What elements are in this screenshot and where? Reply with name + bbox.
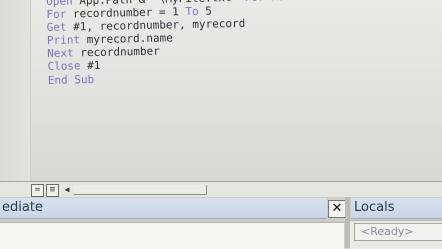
code-token: 5 xyxy=(198,4,213,18)
code-token: #1 xyxy=(80,59,101,73)
code-keyword: For xyxy=(46,7,67,22)
horizontal-scrollbar[interactable] xyxy=(74,185,207,195)
close-icon[interactable]: ✕ xyxy=(328,200,346,218)
procedure-view-icon[interactable]: = xyxy=(31,184,44,197)
full-module-view-icon[interactable]: ≡ xyxy=(46,184,59,197)
margin-indicator-bar[interactable] xyxy=(0,0,31,182)
code-editor[interactable]: Open App.Path & "\MyFile.txt" For Random… xyxy=(0,0,442,182)
code-text[interactable]: Open App.Path & "\MyFile.txt" For Random… xyxy=(46,0,419,87)
scroll-left-icon[interactable]: ◀ xyxy=(62,184,72,195)
editor-bottom-bar: = ≡ ◀ xyxy=(0,181,442,198)
code-keyword: To xyxy=(185,4,199,19)
code-keyword: Next xyxy=(47,46,74,61)
code-keyword: Print xyxy=(46,33,81,48)
code-keyword: Get xyxy=(46,20,67,35)
code-keyword: Close xyxy=(47,59,81,74)
immediate-pane-title: ediate xyxy=(0,198,327,219)
code-token: recordnumber xyxy=(73,45,160,60)
immediate-pane-body[interactable] xyxy=(0,222,344,249)
locals-ready-field: <Ready> xyxy=(354,223,442,241)
code-keyword: End Sub xyxy=(47,72,95,87)
locals-pane-title: Locals xyxy=(351,198,442,219)
